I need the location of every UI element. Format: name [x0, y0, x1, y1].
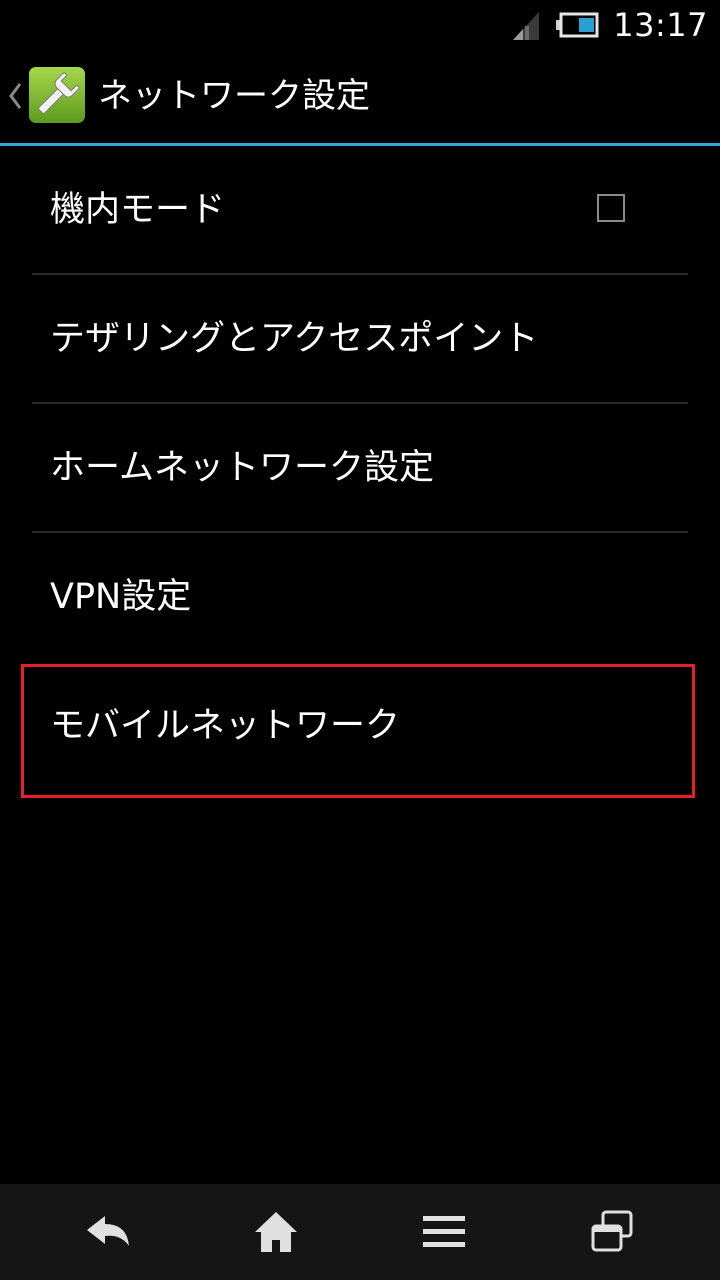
- signal-icon: [513, 12, 540, 40]
- back-button[interactable]: [18, 1184, 198, 1280]
- item-label: 機内モード: [50, 190, 226, 230]
- airplane-mode-checkbox[interactable]: [597, 194, 625, 222]
- mobile-network-item[interactable]: モバイルネットワーク: [0, 662, 720, 791]
- airplane-mode-item[interactable]: 機内モード: [0, 146, 720, 275]
- home-icon: [255, 1212, 297, 1252]
- battery-icon: [556, 12, 599, 38]
- recent-apps-button[interactable]: [522, 1184, 702, 1280]
- tethering-item[interactable]: テザリングとアクセスポイント: [0, 275, 720, 404]
- vpn-settings-item[interactable]: VPN設定: [0, 533, 720, 662]
- home-button[interactable]: [186, 1184, 366, 1280]
- menu-button[interactable]: [354, 1184, 534, 1280]
- item-label: モバイルネットワーク: [50, 706, 401, 746]
- wrench-icon[interactable]: [28, 66, 86, 124]
- page-title: ネットワーク設定: [98, 76, 370, 116]
- item-label: ホームネットワーク設定: [50, 448, 434, 488]
- up-chevron-icon[interactable]: [6, 78, 24, 114]
- nav-bar: [0, 1184, 720, 1280]
- settings-list: 機内モード テザリングとアクセスポイント ホームネットワーク設定 VPN設定 モ…: [0, 146, 720, 791]
- back-icon: [87, 1216, 129, 1246]
- status-bar: 13:17: [0, 0, 720, 50]
- menu-icon: [423, 1216, 465, 1247]
- item-label: VPN設定: [50, 577, 192, 617]
- clock: 13:17: [613, 6, 708, 44]
- recent-apps-icon: [591, 1210, 633, 1252]
- item-label: テザリングとアクセスポイント: [50, 319, 539, 359]
- home-network-item[interactable]: ホームネットワーク設定: [0, 404, 720, 533]
- status-icons: 13:17: [511, 0, 708, 50]
